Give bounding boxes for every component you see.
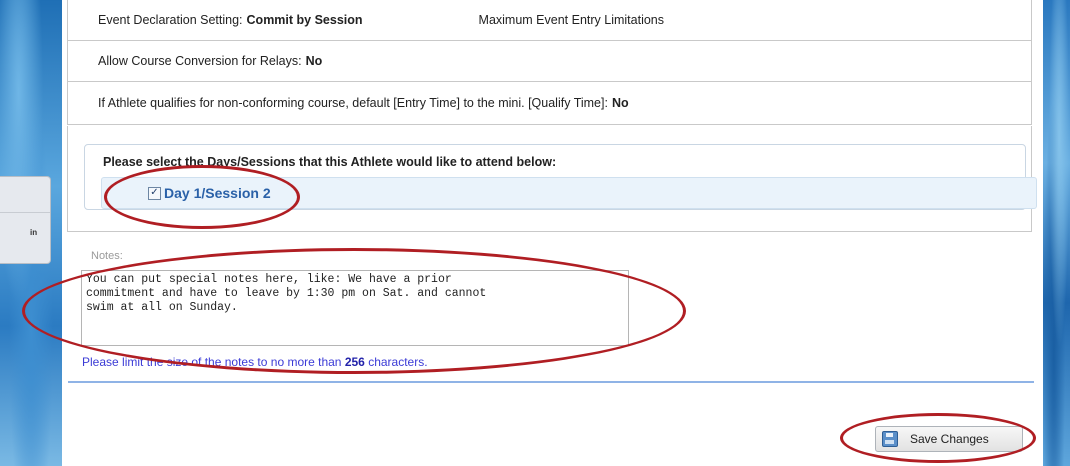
sessions-section: Please select the Days/Sessions that thi… xyxy=(67,126,1037,232)
notes-hint-limit: 256 xyxy=(344,355,365,369)
event-declaration-value: Commit by Session xyxy=(246,13,363,27)
section-divider xyxy=(68,381,1034,383)
meet-settings-table: Event Declaration Setting: Commit by Ses… xyxy=(67,0,1032,125)
background-water-left: in xyxy=(0,0,62,466)
nonconforming-course-row: If Athlete qualifies for non-conforming … xyxy=(68,82,1031,123)
course-conversion-row: Allow Course Conversion for Relays: No xyxy=(68,41,1031,82)
event-declaration-row: Event Declaration Setting: Commit by Ses… xyxy=(68,0,1031,41)
nonconforming-course-value: No xyxy=(611,95,629,110)
side-tab-divider xyxy=(0,212,50,213)
athlete-entry-panel: Event Declaration Setting: Commit by Ses… xyxy=(62,0,1043,466)
save-changes-label: Save Changes xyxy=(910,432,989,446)
sessions-list-container: Please select the Days/Sessions that thi… xyxy=(84,144,1037,210)
notes-label: Notes: xyxy=(91,250,123,262)
session-checkbox[interactable]: ✓ xyxy=(148,186,161,200)
notes-hint-suffix: characters. xyxy=(368,355,428,369)
floppy-disk-icon xyxy=(882,431,898,447)
sessions-title: Please select the Days/Sessions that thi… xyxy=(103,155,557,169)
course-conversion-value: No xyxy=(305,54,323,68)
session-label[interactable]: Day 1/Session 2 xyxy=(164,185,271,201)
notes-limit-hint: Please limit the size of the notes to no… xyxy=(82,355,428,369)
side-tab[interactable] xyxy=(0,176,51,264)
notes-hint-prefix: Please limit the size of the notes to no… xyxy=(82,355,342,369)
save-changes-button[interactable]: Save Changes xyxy=(875,426,1023,452)
background-water-right xyxy=(1043,0,1070,466)
session-item-day1-session2[interactable]: ✓ Day 1/Session 2 xyxy=(101,177,1037,209)
course-conversion-label: Allow Course Conversion for Relays: xyxy=(98,54,302,68)
side-tab-label: in xyxy=(30,228,38,237)
notes-textarea[interactable]: You can put special notes here, like: We… xyxy=(81,270,629,346)
event-declaration-label: Event Declaration Setting: xyxy=(98,13,243,27)
nonconforming-course-label: If Athlete qualifies for non-conforming … xyxy=(98,95,608,110)
max-entry-limitations: Maximum Event Entry Limitations xyxy=(478,13,665,27)
